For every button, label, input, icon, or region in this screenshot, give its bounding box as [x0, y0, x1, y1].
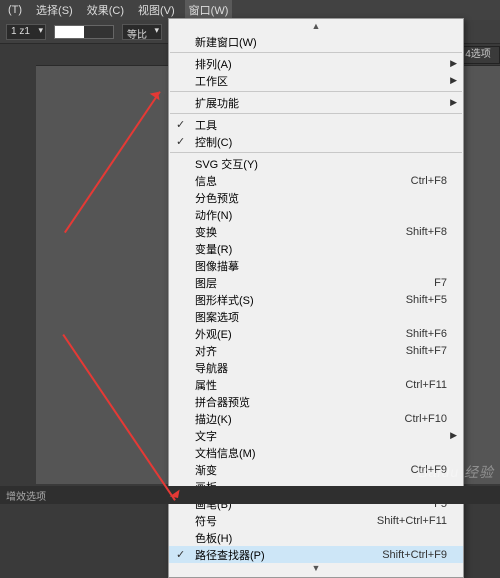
menu-item-label: 工具 [195, 117, 447, 133]
menu-item[interactable]: 分色预览 [169, 189, 463, 206]
status-label: 增效选项 [6, 492, 46, 503]
menu-item-label: 图像描摹 [195, 258, 447, 274]
menu-item-shortcut: Shift+F6 [406, 328, 447, 340]
menu-item[interactable]: 色板(H) [169, 529, 463, 546]
menu-item[interactable]: 图层F7 [169, 274, 463, 291]
menu-separator [170, 152, 462, 153]
menu-separator [170, 113, 462, 114]
menu-item-label: 描边(K) [195, 411, 405, 427]
menu-item-label: 对齐 [195, 343, 406, 359]
menu-item-shortcut: Shift+F5 [406, 294, 447, 306]
menu-item-label: 文档信息(M) [195, 445, 447, 461]
menu-select[interactable]: 选择(S) [32, 0, 77, 20]
menu-effect[interactable]: 效果(C) [83, 0, 128, 20]
menu-item[interactable]: 外观(E)Shift+F6 [169, 325, 463, 342]
menu-item-label: 新建窗口(W) [195, 34, 447, 50]
menu-item[interactable]: 图像描摹 [169, 257, 463, 274]
menu-item[interactable]: 导航器 [169, 359, 463, 376]
menu-item-label: 渐变 [195, 462, 411, 478]
preset-dropdown[interactable]: 1 z1 [6, 24, 46, 40]
menu-item-label: 拼合器预览 [195, 394, 447, 410]
menu-item[interactable]: ✓ 工具 [169, 116, 463, 133]
menu-item-label: 控制(C) [195, 134, 447, 150]
menu-item-label: 图形样式(S) [195, 292, 406, 308]
menu-item[interactable]: 文档信息(M) [169, 444, 463, 461]
submenu-arrow-icon: ▶ [450, 58, 457, 69]
menu-item[interactable]: ✓ 路径查找器(P)Shift+Ctrl+F9 [169, 546, 463, 563]
menu-item[interactable]: 变换Shift+F8 [169, 223, 463, 240]
left-toolbar[interactable] [0, 44, 36, 504]
submenu-arrow-icon: ▶ [450, 430, 457, 441]
menu-t[interactable]: (T) [4, 2, 26, 18]
menu-item-label: 图层 [195, 275, 434, 291]
menu-item-shortcut: Shift+Ctrl+F9 [382, 549, 447, 561]
menu-item-label: SVG 交互(Y) [195, 156, 447, 172]
check-icon: ✓ [176, 135, 185, 148]
menu-item-label: 文字 [195, 428, 447, 444]
menu-item-shortcut: F7 [434, 277, 447, 289]
menu-item[interactable]: ✓ 控制(C) [169, 133, 463, 150]
check-icon: ✓ [176, 118, 185, 131]
menu-item-shortcut: Ctrl+F10 [405, 413, 448, 425]
menu-item[interactable]: 属性Ctrl+F11 [169, 376, 463, 393]
menu-item-label: 色板(H) [195, 530, 447, 546]
menu-item[interactable]: 扩展功能▶ [169, 94, 463, 111]
menu-window[interactable]: 窗口(W) [185, 0, 233, 20]
menu-separator [170, 52, 462, 53]
check-icon: ✓ [176, 548, 185, 561]
menu-item-label: 动作(N) [195, 207, 447, 223]
menu-item-label: 变量(R) [195, 241, 447, 257]
menu-item-shortcut: Shift+Ctrl+F11 [377, 515, 447, 527]
menu-item[interactable]: SVG 交互(Y) [169, 155, 463, 172]
menu-view[interactable]: 视图(V) [134, 0, 179, 20]
menu-item[interactable]: 符号Shift+Ctrl+F11 [169, 512, 463, 529]
status-bar: 增效选项 [0, 486, 500, 504]
submenu-arrow-icon: ▶ [450, 97, 457, 108]
menu-item-label: 路径查找器(P) [195, 547, 382, 563]
menu-item[interactable]: 变量(R) [169, 240, 463, 257]
menu-item[interactable]: 图案选项 [169, 308, 463, 325]
watermark: Baidu 经验 [418, 462, 494, 482]
menu-scroll-down[interactable]: ▼ [169, 563, 463, 575]
menu-item-label: 信息 [195, 173, 411, 189]
menu-item-label: 外观(E) [195, 326, 406, 342]
menu-item[interactable]: 文字▶ [169, 427, 463, 444]
menu-item[interactable]: 信息Ctrl+F8 [169, 172, 463, 189]
scale-dropdown[interactable]: 等比 [122, 24, 162, 40]
menu-item[interactable]: 描边(K)Ctrl+F10 [169, 410, 463, 427]
menu-item[interactable]: 图形样式(S)Shift+F5 [169, 291, 463, 308]
menu-item-label: 分色预览 [195, 190, 447, 206]
menu-item[interactable]: 新建窗口(W) [169, 33, 463, 50]
menu-item-shortcut: Ctrl+F11 [405, 379, 447, 391]
menu-scroll-up[interactable]: ▲ [169, 21, 463, 33]
menu-item[interactable]: 动作(N) [169, 206, 463, 223]
menu-item-shortcut: Shift+F7 [406, 345, 447, 357]
menu-separator [170, 91, 462, 92]
menu-item-shortcut: Shift+F8 [406, 226, 447, 238]
menu-item-label: 工作区 [195, 73, 447, 89]
menu-item[interactable]: 排列(A)▶ [169, 55, 463, 72]
menu-item[interactable]: 拼合器预览 [169, 393, 463, 410]
menu-item-label: 符号 [195, 513, 377, 529]
menu-item-label: 图案选项 [195, 309, 447, 325]
menu-item-label: 属性 [195, 377, 405, 393]
menu-item[interactable]: 工作区▶ [169, 72, 463, 89]
submenu-arrow-icon: ▶ [450, 75, 457, 86]
stroke-preview[interactable] [54, 25, 114, 39]
menu-item-label: 导航器 [195, 360, 447, 376]
menu-item-label: 变换 [195, 224, 406, 240]
menu-item-label: 扩展功能 [195, 95, 447, 111]
menu-item[interactable]: 对齐Shift+F7 [169, 342, 463, 359]
menubar: (T) 选择(S) 效果(C) 视图(V) 窗口(W) [0, 0, 500, 20]
menu-item-label: 排列(A) [195, 56, 447, 72]
menu-item-shortcut: Ctrl+F8 [411, 175, 447, 187]
